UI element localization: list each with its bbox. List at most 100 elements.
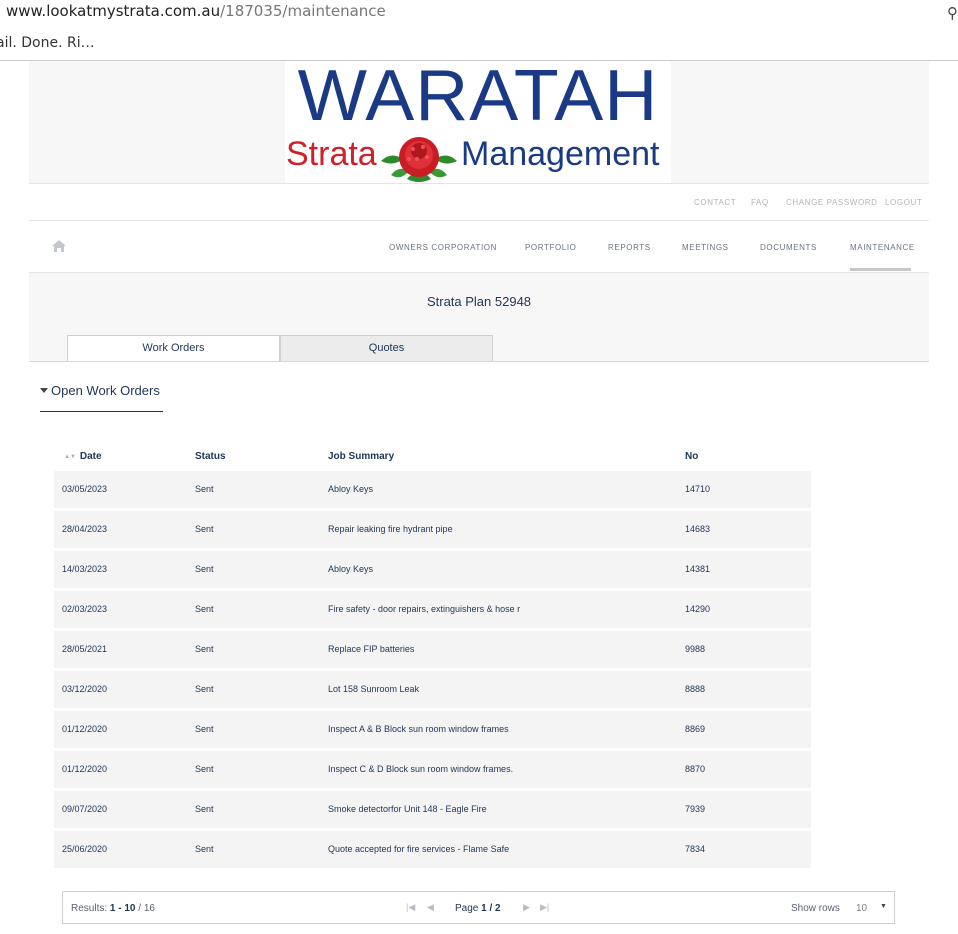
table-row[interactable]: 09/07/2020 Sent Smoke detectorfor Unit 148…: [54, 787, 811, 831]
cell-no: 8888: [677, 667, 811, 711]
contact-link[interactable]: CONTACT: [694, 198, 736, 207]
chevron-down-icon[interactable]: ▼: [880, 903, 887, 910]
nav-documents[interactable]: DOCUMENTS: [760, 243, 817, 252]
home-icon[interactable]: [51, 239, 67, 253]
section-underline: [40, 411, 163, 412]
table-row[interactable]: 01/12/2020 Sent Inspect A & B Block sun ro…: [54, 707, 811, 751]
cell-date: 01/12/2020: [54, 707, 187, 751]
next-page-icon[interactable]: ▶: [523, 902, 530, 913]
cell-date: 09/07/2020: [54, 787, 187, 831]
cell-no: 7939: [677, 787, 811, 831]
results-range: 1 - 10: [109, 903, 136, 914]
utility-bar: CONTACT FAQ CHANGE PASSWORD LOGOUT: [29, 183, 929, 221]
cell-no: 14290: [677, 587, 811, 631]
cell-no: 7834: [677, 827, 811, 871]
waratah-logo[interactable]: WARATAH Strata Management: [285, 56, 671, 183]
cell-job-summary: Smoke detectorfor Unit 148 - Eagle Fire: [320, 787, 677, 831]
nav-reports[interactable]: REPORTS: [608, 243, 651, 252]
browser-tab-title[interactable]: ail. Done. Ri…: [0, 30, 95, 56]
search-icon[interactable]: ⚲: [947, 2, 958, 24]
cell-date: 14/03/2023: [54, 547, 187, 591]
cell-date: 28/04/2023: [54, 507, 187, 551]
logo-management-text: Management: [461, 135, 660, 173]
page-value: 1 / 2: [481, 903, 501, 914]
logo-word: WARATAH: [297, 56, 659, 136]
table-row[interactable]: 14/03/2023 Sent Abloy Keys 14381: [54, 547, 811, 591]
cell-date: 01/12/2020: [54, 747, 187, 791]
nav-portfolio[interactable]: PORTFOLIO: [525, 243, 576, 252]
faq-link[interactable]: FAQ: [751, 198, 769, 207]
cell-status: Sent: [187, 467, 320, 511]
change-password-link[interactable]: CHANGE PASSWORD: [786, 198, 878, 207]
cell-status: Sent: [187, 827, 320, 871]
cell-no: 14683: [677, 507, 811, 551]
column-header-job-summary[interactable]: Job Summary: [320, 445, 677, 470]
prev-page-icon[interactable]: ◀: [427, 902, 434, 913]
rows-per-page-select[interactable]: 10: [856, 903, 867, 914]
results-total: / 16: [138, 903, 155, 914]
cell-job-summary: Abloy Keys: [320, 547, 677, 591]
cell-status: Sent: [187, 587, 320, 631]
tab-work-orders[interactable]: Work Orders: [67, 335, 280, 363]
logo-strata-text: Strata: [286, 135, 377, 173]
cell-status: Sent: [187, 627, 320, 671]
table-row[interactable]: 25/06/2020 Sent Quote accepted for fire se…: [54, 827, 811, 871]
page: WARATAH Strata Management CONTACT FAQ CH…: [29, 56, 929, 934]
table-row[interactable]: 03/05/2023 Sent Abloy Keys 14710: [54, 467, 811, 511]
open-work-orders-toggle[interactable]: Open Work Orders: [40, 383, 160, 398]
page-indicator: Page 1 / 2: [455, 903, 501, 914]
cell-no: 14381: [677, 547, 811, 591]
work-orders-panel: Open Work Orders ▲▼ Date Status Job Summa…: [29, 362, 929, 934]
address-bar[interactable]: www.lookatmystrata.com.au/187035/mainten…: [0, 0, 958, 24]
first-page-icon[interactable]: |◀: [406, 902, 415, 913]
cell-date: 03/12/2020: [54, 667, 187, 711]
table-row[interactable]: 28/04/2023 Sent Repair leaking fire hydran…: [54, 507, 811, 551]
table-body: 03/05/2023 Sent Abloy Keys 14710 28/04/2023…: [54, 467, 811, 871]
cell-status: Sent: [187, 747, 320, 791]
work-orders-table: ▲▼ Date Status Job Summary No 03/05/2023 S…: [54, 445, 811, 871]
sort-icon: ▲▼: [64, 453, 76, 460]
table-header-row: ▲▼ Date Status Job Summary No: [54, 445, 811, 470]
tab-quotes[interactable]: Quotes: [280, 335, 493, 362]
cell-status: Sent: [187, 707, 320, 751]
cell-job-summary: Inspect C & D Block sun room window fram…: [320, 747, 677, 791]
url-path: /187035/maintenance: [220, 2, 386, 20]
cell-status: Sent: [187, 507, 320, 551]
nav-owners-corporation[interactable]: OWNERS CORPORATION: [389, 243, 497, 252]
cell-job-summary: Replace FIP batteries: [320, 627, 677, 671]
table-row[interactable]: 28/05/2021 Sent Replace FIP batteries 9988: [54, 627, 811, 671]
logout-link[interactable]: LOGOUT: [885, 198, 922, 207]
cell-no: 8869: [677, 707, 811, 751]
waratah-flower-icon: [381, 137, 457, 182]
main-nav: OWNERS CORPORATION PORTFOLIO REPORTS MEE…: [29, 221, 929, 273]
cell-status: Sent: [187, 547, 320, 591]
column-header-no[interactable]: No: [677, 445, 811, 470]
cell-job-summary: Inspect A & B Block sun room window fram…: [320, 707, 677, 751]
cell-status: Sent: [187, 667, 320, 711]
section-title: Open Work Orders: [51, 383, 160, 398]
cell-status: Sent: [187, 787, 320, 831]
page-title: Strata Plan 52948: [426, 294, 532, 309]
results-summary: Results: 1 - 10 / 16: [71, 903, 155, 914]
cell-date: 28/05/2021: [54, 627, 187, 671]
cell-job-summary: Fire safety - door repairs, extinguisher…: [320, 587, 677, 631]
column-header-date[interactable]: ▲▼ Date: [54, 445, 187, 470]
nav-active-indicator: [850, 268, 911, 271]
url-host: www.lookatmystrata.com.au: [6, 2, 221, 20]
cell-date: 25/06/2020: [54, 827, 187, 871]
cell-no: 14710: [677, 467, 811, 511]
column-header-status[interactable]: Status: [187, 445, 320, 470]
last-page-icon[interactable]: ▶|: [540, 902, 549, 913]
table-row[interactable]: 02/03/2023 Sent Fire safety - door repairs…: [54, 587, 811, 631]
cell-job-summary: Repair leaking fire hydrant pipe: [320, 507, 677, 551]
cell-no: 8870: [677, 747, 811, 791]
cell-no: 9988: [677, 627, 811, 671]
nav-meetings[interactable]: MEETINGS: [682, 243, 729, 252]
table-row[interactable]: 01/12/2020 Sent Inspect C & D Block sun ro…: [54, 747, 811, 791]
show-rows-label: Show rows: [791, 903, 840, 914]
cell-date: 03/05/2023: [54, 467, 187, 511]
table-row[interactable]: 03/12/2020 Sent Lot 158 Sunroom Leak 8888: [54, 667, 811, 711]
nav-maintenance[interactable]: MAINTENANCE: [850, 243, 915, 252]
pagination-bar: Results: 1 - 10 / 16 |◀ ◀ Page 1 / 2 ▶ ▶…: [62, 891, 895, 924]
cell-date: 02/03/2023: [54, 587, 187, 631]
